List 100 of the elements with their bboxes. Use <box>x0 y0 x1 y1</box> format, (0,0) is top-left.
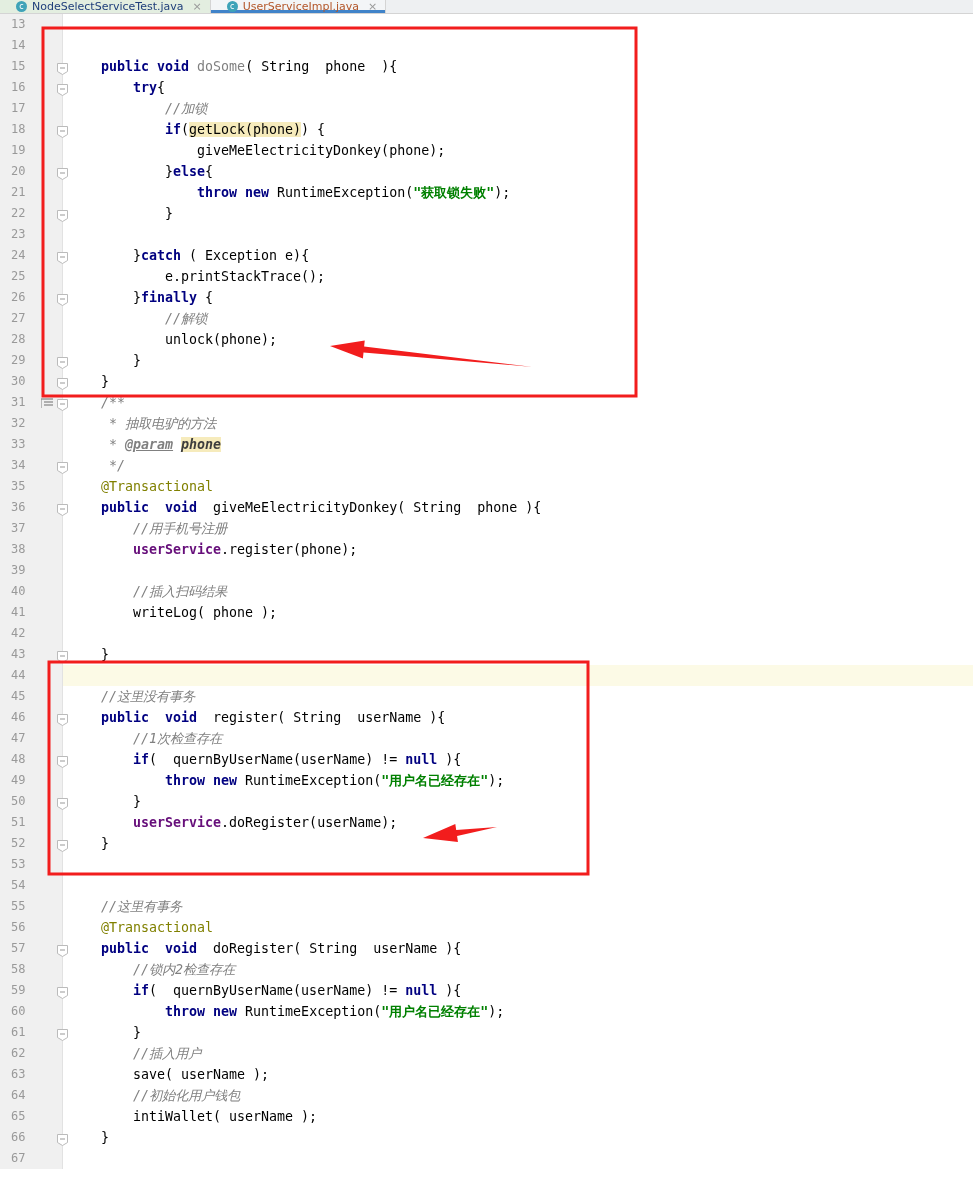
code-text: e.printStackTrace(); <box>165 269 326 284</box>
fold-icon[interactable] <box>57 1134 68 1146</box>
line-number: 38 <box>10 541 27 558</box>
class-icon: c <box>226 1 238 12</box>
code-text: writeLog( phone ); <box>133 605 278 620</box>
code-text: doRegister( String userName ){ <box>212 941 462 956</box>
line-number: 25 <box>10 268 27 285</box>
fold-icon[interactable] <box>57 252 68 264</box>
annotation: @Transactional <box>101 479 214 494</box>
line-number: 49 <box>10 772 27 789</box>
line-number: 30 <box>10 373 27 390</box>
fold-icon[interactable] <box>57 651 68 663</box>
keyword: if <box>133 752 149 767</box>
close-icon[interactable]: × <box>192 0 202 13</box>
keyword: throw <box>165 773 207 788</box>
line-number: 46 <box>10 709 27 726</box>
line-number: 48 <box>10 751 27 768</box>
code-comment: * <box>108 437 117 452</box>
line-number: 28 <box>10 331 27 348</box>
line-number: 22 <box>10 205 27 222</box>
line-number: 55 <box>10 898 27 915</box>
code-comment: //1次检查存在 <box>133 731 223 746</box>
doc-param: phone <box>181 437 222 452</box>
line-number: 17 <box>10 100 27 117</box>
line-number: 27 <box>10 310 27 327</box>
line-number: 20 <box>10 163 27 180</box>
keyword: else <box>173 164 206 179</box>
code-text: } <box>133 1025 141 1040</box>
line-number: 43 <box>10 646 27 663</box>
code-comment: //解锁 <box>165 311 207 326</box>
keyword: public <box>101 500 151 515</box>
line-number: 47 <box>10 730 27 747</box>
code-comment: //锁内2检查存在 <box>133 962 236 977</box>
code-text: .register(phone); <box>221 542 358 557</box>
fold-icon[interactable] <box>57 168 68 180</box>
keyword: new <box>213 773 238 788</box>
highlighted-code: getLock(phone) <box>189 122 302 137</box>
code-text: { <box>205 164 214 179</box>
line-number: 67 <box>10 1150 27 1167</box>
fold-icon[interactable] <box>57 462 68 474</box>
code-text: intiWallet( userName ); <box>133 1109 318 1124</box>
code-text: } <box>165 164 173 179</box>
close-icon[interactable]: × <box>368 0 378 13</box>
line-number: 42 <box>10 625 27 642</box>
editor-tab[interactable]: c UserServiceImpl.java × <box>210 0 387 13</box>
fold-icon[interactable] <box>57 357 68 369</box>
code-text: RuntimeException( <box>276 185 414 200</box>
fold-icon[interactable] <box>57 378 68 390</box>
keyword: throw <box>165 1004 207 1019</box>
doc-tag: @param <box>125 437 174 452</box>
fold-icon[interactable] <box>57 126 68 138</box>
code-text: ( Exception e){ <box>188 248 310 263</box>
line-number: 26 <box>10 289 27 306</box>
line-number: 60 <box>10 1003 27 1020</box>
keyword: new <box>245 185 270 200</box>
fold-icon[interactable] <box>57 84 68 96</box>
method-name: doSome <box>197 59 246 74</box>
code-comment: //加锁 <box>165 101 207 116</box>
line-number: 19 <box>10 142 27 159</box>
fold-icon[interactable] <box>57 1029 68 1041</box>
code-text: ){ <box>444 983 462 998</box>
line-number: 57 <box>10 940 27 957</box>
fold-icon[interactable] <box>57 798 68 810</box>
fold-icon[interactable] <box>57 987 68 999</box>
line-number: 15 <box>10 58 27 75</box>
line-number: 31 <box>10 394 27 411</box>
keyword: void <box>165 500 198 515</box>
fold-icon[interactable] <box>57 399 68 411</box>
code-text: } <box>133 248 141 263</box>
fold-icon[interactable] <box>57 504 68 516</box>
fold-icon[interactable] <box>57 210 68 222</box>
fold-icon[interactable] <box>57 714 68 726</box>
code-text: ); <box>494 185 511 200</box>
line-number: 37 <box>10 520 27 537</box>
code-comment: //初始化用户钱包 <box>133 1088 240 1103</box>
line-number: 59 <box>10 982 27 999</box>
line-number: 65 <box>10 1108 27 1125</box>
fold-icon[interactable] <box>57 840 68 852</box>
fold-icon[interactable] <box>57 756 68 768</box>
fold-icon[interactable] <box>57 945 68 957</box>
line-number: 18 <box>10 121 27 138</box>
line-number: 66 <box>10 1129 27 1146</box>
code-text: { <box>157 80 166 95</box>
line-number: 21 <box>10 184 27 201</box>
line-number: 51 <box>10 814 27 831</box>
fold-icon[interactable] <box>57 294 68 306</box>
editor-tab[interactable]: c NodeSelectServiceTest.java × <box>0 0 211 13</box>
code-comment: * 抽取电驴的方法 <box>108 416 217 431</box>
code-comment: //插入用户 <box>133 1046 201 1061</box>
line-number: 34 <box>10 457 27 474</box>
field-name: userService <box>133 815 222 830</box>
line-number: 33 <box>10 436 27 453</box>
keyword: void <box>165 710 198 725</box>
keyword: public <box>101 59 151 74</box>
string-literal: "用户名已经存在" <box>381 1004 489 1019</box>
code-text: } <box>101 836 109 851</box>
fold-icon[interactable] <box>57 63 68 75</box>
line-number: 62 <box>10 1045 27 1062</box>
line-number: 14 <box>10 37 27 54</box>
render-doc-icon[interactable] <box>41 397 53 408</box>
